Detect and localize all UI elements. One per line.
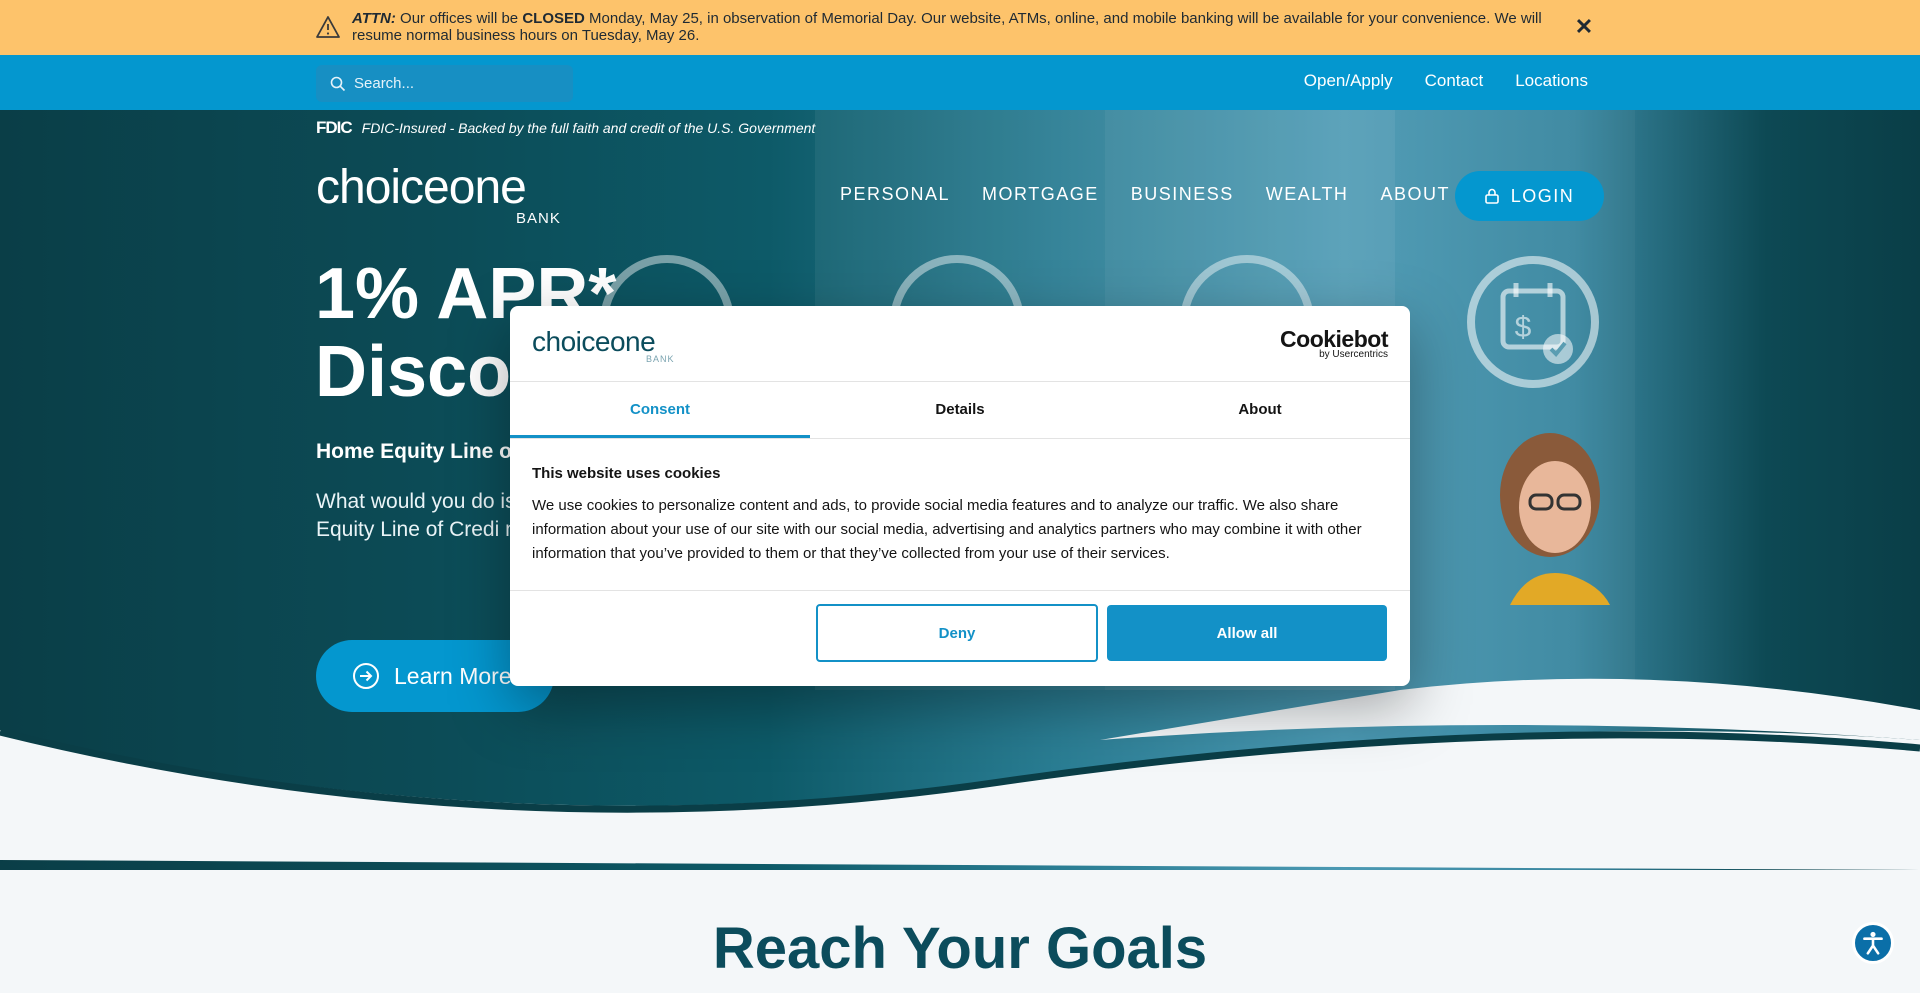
alert-closed-label: CLOSED xyxy=(522,10,585,27)
nav-mortgage[interactable]: MORTGAGE xyxy=(982,184,1099,205)
fdic-text: FDIC-Insured - Backed by the full faith … xyxy=(361,120,816,136)
tab-about[interactable]: About xyxy=(1110,382,1410,438)
brand-logo[interactable]: choiceone BANK xyxy=(316,160,560,227)
allow-all-button[interactable]: Allow all xyxy=(1107,605,1387,661)
logo-bank: BANK xyxy=(516,210,561,227)
dialog-heading: This website uses cookies xyxy=(532,465,721,482)
nav-wealth[interactable]: WEALTH xyxy=(1266,184,1349,205)
nav-personal[interactable]: PERSONAL xyxy=(840,184,950,205)
dialog-actions: Deny Allow all xyxy=(510,604,1410,686)
hero-wave xyxy=(0,678,1920,870)
utility-links: Open/Apply Contact Locations xyxy=(1304,71,1588,91)
login-button[interactable]: LOGIN xyxy=(1455,171,1604,221)
alert-attn-label: ATTN: xyxy=(352,10,396,27)
alert-close-icon[interactable]: ✕ xyxy=(1572,14,1596,40)
main-nav: PERSONAL MORTGAGE BUSINESS WEALTH ABOUT xyxy=(840,184,1450,205)
dialog-body: This website uses cookies We use cookies… xyxy=(510,439,1410,591)
alert-text-a: Our offices will be xyxy=(395,10,523,27)
hero-subheading: Home Equity Line o xyxy=(316,440,513,463)
dialog-tabs: Consent Details About xyxy=(510,382,1410,439)
cookiebot-name: Cookiebot xyxy=(1280,326,1388,352)
alert-text: ATTN: Our offices will be CLOSED Monday,… xyxy=(352,10,1572,44)
dialog-header: choiceone BANK Cookiebot by Usercentrics xyxy=(510,306,1410,382)
goals-section: Reach Your Goals xyxy=(0,870,1920,993)
dialog-logo-bank: BANK xyxy=(646,354,675,364)
link-locations[interactable]: Locations xyxy=(1515,71,1588,91)
woman-photo xyxy=(1500,433,1610,605)
nav-about[interactable]: ABOUT xyxy=(1380,184,1450,205)
utility-bar: Search... Open/Apply Contact Locations xyxy=(0,55,1920,110)
fdic-notice: FDIC FDIC-Insured - Backed by the full f… xyxy=(316,118,815,138)
warning-icon xyxy=(316,16,340,38)
fdic-logo: FDIC xyxy=(316,118,353,137)
lock-icon xyxy=(1484,188,1499,204)
link-open-apply[interactable]: Open/Apply xyxy=(1304,71,1393,91)
login-label: LOGIN xyxy=(1510,185,1575,206)
tab-consent[interactable]: Consent xyxy=(510,382,810,438)
accessibility-icon[interactable] xyxy=(1852,922,1894,964)
search-icon xyxy=(330,76,346,92)
tab-details[interactable]: Details xyxy=(810,382,1110,438)
dialog-text: We use cookies to personalize content an… xyxy=(532,497,1362,562)
nav-business[interactable]: BUSINESS xyxy=(1131,184,1234,205)
link-contact[interactable]: Contact xyxy=(1425,71,1484,91)
deny-button[interactable]: Deny xyxy=(816,604,1098,662)
svg-text:$: $ xyxy=(1515,311,1532,344)
calendar-dollar-icon: $ xyxy=(1467,256,1599,388)
section-title: Reach Your Goals xyxy=(712,916,1208,981)
cookie-consent-dialog: choiceone BANK Cookiebot by Usercentrics… xyxy=(510,306,1410,686)
dialog-logo-wordmark: choiceone xyxy=(532,326,656,357)
search-input[interactable]: Search... xyxy=(316,65,573,102)
alert-banner: ATTN: Our offices will be CLOSED Monday,… xyxy=(0,0,1920,55)
logo-wordmark: choiceone xyxy=(316,161,527,214)
search-placeholder: Search... xyxy=(354,75,415,92)
cookiebot-logo[interactable]: Cookiebot by Usercentrics xyxy=(1280,328,1388,360)
dialog-brand-logo: choiceone BANK xyxy=(532,326,674,364)
